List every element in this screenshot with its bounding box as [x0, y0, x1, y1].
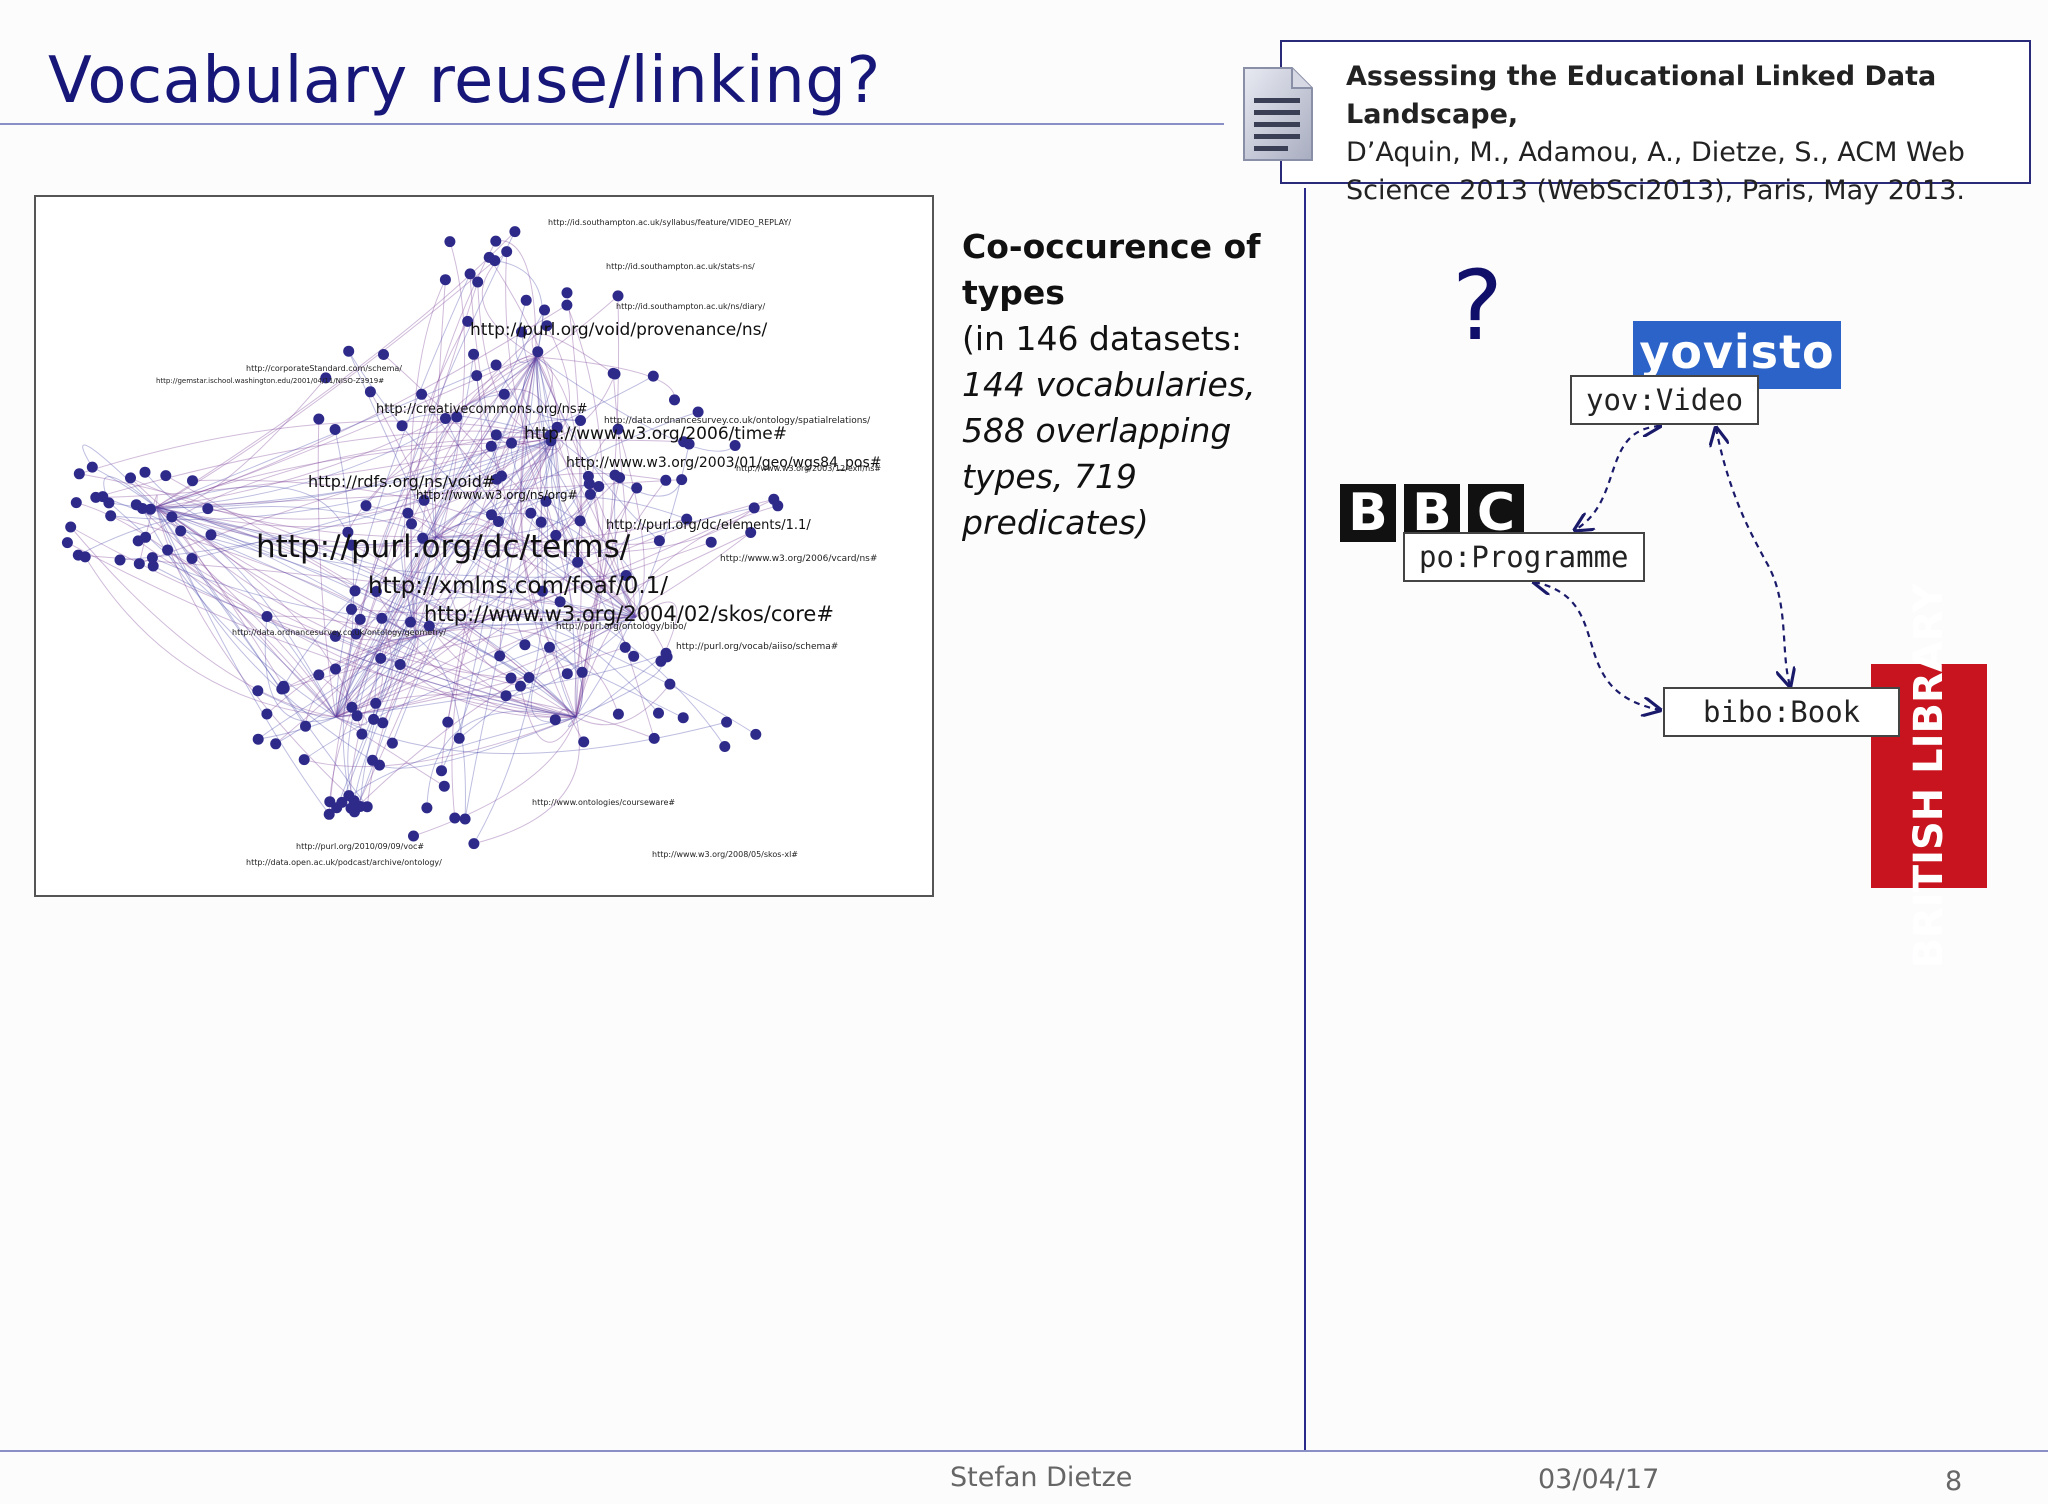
- term-yov-video: yov:Video: [1570, 375, 1760, 425]
- term-bibo-book: bibo:Book: [1663, 687, 1901, 737]
- term-link-arrows: [0, 0, 2048, 1504]
- arrow-yov-bibo: [1716, 428, 1790, 686]
- term-po-programme: po:Programme: [1403, 532, 1645, 582]
- arrow-yov-po: [1575, 426, 1660, 530]
- arrow-po-bibo: [1534, 582, 1660, 710]
- footer-date: 03/04/17: [1538, 1464, 1660, 1495]
- vertical-divider: [1304, 188, 1306, 1452]
- footer-divider: [0, 1450, 2048, 1452]
- page-number: 8: [1945, 1466, 1963, 1497]
- footer-author: Stefan Dietze: [950, 1462, 1133, 1493]
